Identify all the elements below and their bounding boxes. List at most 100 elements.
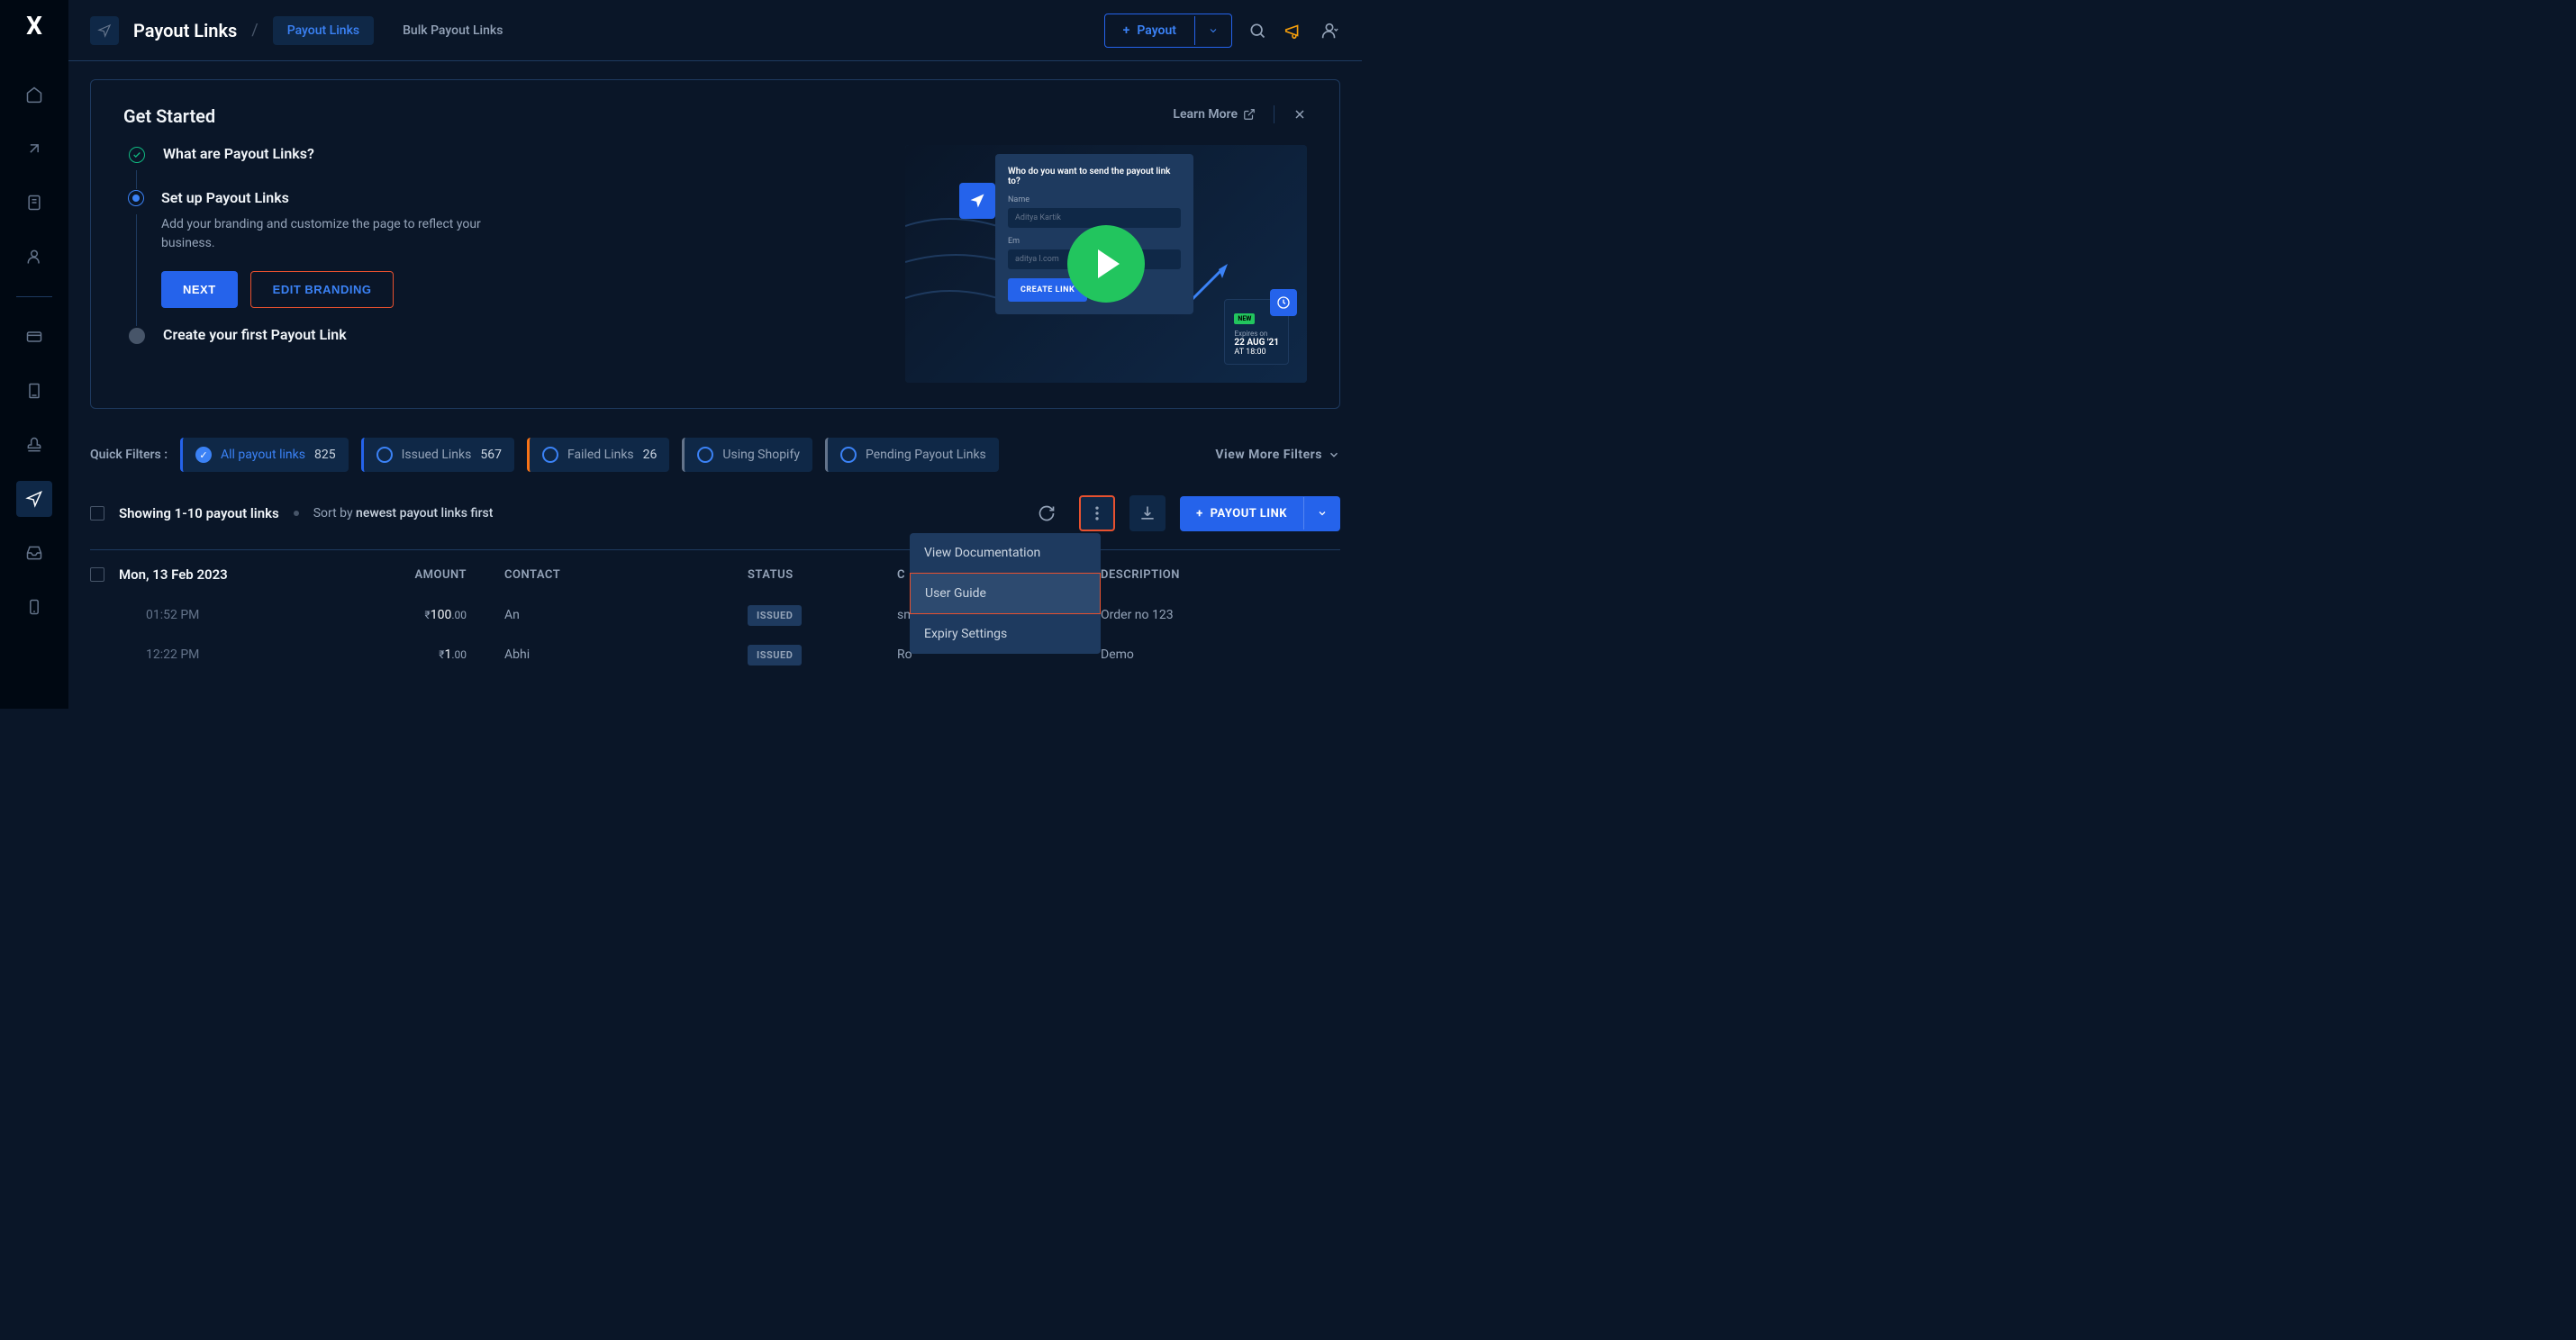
nav-stamp[interactable] [16, 427, 52, 463]
table-controls: Showing 1-10 payout links Sort by newest… [90, 495, 1340, 531]
status-badge: ISSUED [748, 605, 802, 626]
video-preview[interactable]: Who do you want to send the payout link … [905, 145, 1307, 383]
megaphone-icon [1283, 21, 1303, 41]
more-options-button[interactable] [1079, 495, 1115, 531]
user-icon [1320, 21, 1339, 41]
nav-divider [16, 296, 52, 297]
col-desc: DESCRIPTION [1101, 568, 1340, 582]
menu-user-guide[interactable]: User Guide [910, 573, 1101, 614]
new-payout-link-button[interactable]: + PAYOUT LINK [1180, 496, 1340, 531]
mock-send-icon-box [959, 183, 995, 219]
get-started-card: Get Started Learn More [90, 79, 1340, 409]
filter-pending[interactable]: Pending Payout Links [825, 438, 999, 472]
step3-title: Create your first Payout Link [163, 326, 869, 343]
nav-card[interactable] [16, 319, 52, 355]
filter-failed[interactable]: Failed Links 26 [527, 438, 669, 472]
plus-icon: + [1196, 507, 1203, 521]
refresh-button[interactable] [1029, 495, 1065, 531]
nav-inbox[interactable] [16, 535, 52, 571]
page-title: Payout Links [133, 20, 237, 41]
nav-document[interactable] [16, 185, 52, 221]
sort-prefix: Sort by [313, 506, 356, 521]
breadcrumb-slash: / [251, 21, 258, 40]
search-icon [1248, 22, 1266, 40]
step-pending-indicator [129, 328, 145, 344]
filter-shopify[interactable]: Using Shopify [682, 438, 812, 472]
more-options-menu: View Documentation User Guide Expiry Set… [910, 533, 1101, 654]
announcements-button[interactable] [1283, 20, 1304, 41]
amount-dec: .00 [451, 648, 467, 661]
filters-row: Quick Filters : ✓ All payout links 825 I… [90, 438, 1340, 472]
table-row[interactable]: 12:22 PM ₹1.00 Abhi ISSUED Ro Demo [90, 635, 1340, 675]
user-icon [25, 248, 43, 266]
table-header: Mon, 13 Feb 2023 AMOUNT CONTACT STATUS C… [90, 549, 1340, 595]
col-status: STATUS [748, 568, 883, 582]
table-row[interactable]: 01:52 PM ₹100.00 An ISSUED sm Order no 1… [90, 595, 1340, 635]
amount-int: 100 [431, 608, 452, 622]
payout-button-main[interactable]: + Payout [1105, 14, 1194, 47]
receipt-icon [25, 382, 43, 400]
nav-receipt[interactable] [16, 373, 52, 409]
filter-shopify-label: Using Shopify [722, 448, 800, 462]
chevron-down-icon [1328, 448, 1340, 461]
expiry-card: NEW Expires on 22 AUG '21 AT 18:00 [1224, 299, 1289, 365]
status-badge: ISSUED [748, 645, 802, 665]
sort-value: newest payout links first [356, 506, 493, 521]
step-active-indicator [129, 191, 143, 205]
date-group-header: Mon, 13 Feb 2023 [119, 566, 371, 583]
arrow-up-right-icon [25, 140, 43, 158]
close-card-button[interactable] [1293, 107, 1307, 122]
document-icon [25, 194, 43, 212]
row-time: 01:52 PM [119, 608, 371, 622]
edit-branding-button[interactable]: EDIT BRANDING [250, 271, 395, 308]
new-badge: NEW [1234, 313, 1255, 324]
expires-date: 22 AUG '21 [1234, 338, 1279, 348]
chevron-down-icon [1317, 508, 1328, 519]
new-payout-link-caret[interactable] [1303, 497, 1340, 530]
expires-label: Expires on [1234, 330, 1279, 338]
sort-text[interactable]: Sort by newest payout links first [313, 506, 494, 521]
download-button[interactable] [1129, 495, 1166, 531]
nav-mobile[interactable] [16, 589, 52, 625]
filter-failed-count: 26 [643, 448, 658, 462]
payout-button-caret[interactable] [1194, 16, 1231, 45]
amount-dec: .00 [451, 609, 467, 621]
row-desc: Demo [1101, 647, 1340, 662]
row-amount: ₹1.00 [385, 647, 467, 662]
new-payout-link-main[interactable]: + PAYOUT LINK [1180, 496, 1303, 531]
step-done-indicator [129, 147, 145, 163]
profile-button[interactable] [1319, 20, 1340, 41]
learn-more-link[interactable]: Learn More [1173, 107, 1256, 122]
play-button[interactable] [1067, 225, 1145, 303]
menu-expiry-settings[interactable]: Expiry Settings [910, 614, 1101, 654]
check-icon [132, 150, 141, 159]
clock-icon [1276, 295, 1291, 310]
group-checkbox[interactable] [90, 567, 104, 582]
filter-all[interactable]: ✓ All payout links 825 [180, 438, 349, 472]
payout-button[interactable]: + Payout [1104, 14, 1232, 48]
next-button[interactable]: NEXT [161, 271, 238, 308]
navigate-icon [97, 23, 112, 38]
step2-desc: Add your branding and customize the page… [161, 215, 503, 253]
mobile-icon [25, 598, 43, 616]
nav-send[interactable] [16, 131, 52, 167]
expires-time: AT 18:00 [1234, 348, 1279, 357]
view-more-filters[interactable]: View More Filters [1215, 448, 1340, 462]
nav-payout-links[interactable] [16, 481, 52, 517]
dot-separator [294, 511, 299, 516]
tab-payout-links[interactable]: Payout Links [273, 16, 374, 45]
menu-view-docs[interactable]: View Documentation [910, 533, 1101, 573]
filters-label: Quick Filters : [90, 448, 168, 462]
col-amount: AMOUNT [385, 568, 467, 582]
filter-issued[interactable]: Issued Links 567 [361, 438, 514, 472]
nav-user[interactable] [16, 239, 52, 275]
filter-issued-count: 567 [480, 448, 502, 462]
mock-name-input: Aditya Kartik [1008, 208, 1181, 228]
select-all-checkbox[interactable] [90, 506, 104, 521]
nav-home[interactable] [16, 77, 52, 113]
mock-question: Who do you want to send the payout link … [1008, 167, 1181, 186]
row-time: 12:22 PM [119, 647, 371, 662]
search-button[interactable] [1247, 20, 1268, 41]
tab-bulk-payout-links[interactable]: Bulk Payout Links [388, 16, 517, 45]
steps-list: What are Payout Links? Set up Payout Lin… [123, 145, 869, 383]
